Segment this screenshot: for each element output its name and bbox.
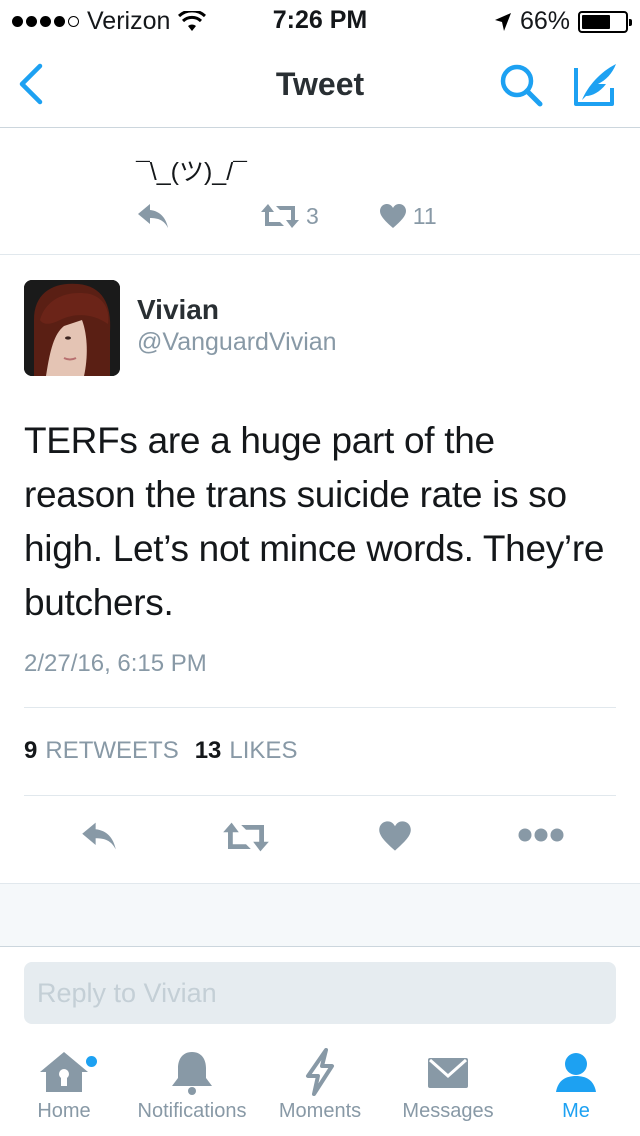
heart-icon <box>379 204 406 228</box>
avatar[interactable] <box>24 280 120 376</box>
reply-field[interactable] <box>24 962 616 1024</box>
divider <box>24 795 616 796</box>
more-options-icon[interactable] <box>518 828 564 842</box>
tab-messages[interactable]: Messages <box>384 1048 512 1123</box>
tweet-timestamp: 2/27/16, 6:15 PM <box>24 650 207 677</box>
compose-icon[interactable] <box>572 60 620 108</box>
author-name[interactable]: Vivian <box>137 294 219 326</box>
new-content-dot <box>86 1056 97 1067</box>
previous-tweet[interactable]: ¯\_(ツ)_/¯ 3 11 <box>0 128 640 255</box>
battery-icon <box>578 10 632 33</box>
nav-bar: Tweet <box>0 40 640 128</box>
author-handle[interactable]: @VanguardVivian <box>137 328 337 357</box>
retweet-icon[interactable] <box>222 820 270 854</box>
retweet-button[interactable]: 3 <box>260 202 319 230</box>
status-bar: Verizon 7:26 PM 66% <box>0 0 640 40</box>
lightning-icon <box>306 1048 334 1096</box>
tab-bar: Home Notifications Moments Messages Me <box>0 1040 640 1136</box>
reply-icon <box>138 204 168 228</box>
divider <box>24 707 616 708</box>
search-icon[interactable] <box>498 62 544 108</box>
replies-area <box>0 883 640 947</box>
reply-button[interactable] <box>136 202 170 230</box>
envelope-icon <box>428 1058 468 1088</box>
heart-icon[interactable] <box>378 820 412 852</box>
tab-moments[interactable]: Moments <box>256 1048 384 1123</box>
avatar-image <box>24 280 120 376</box>
person-icon <box>556 1053 596 1092</box>
home-icon <box>40 1052 88 1092</box>
reply-input[interactable] <box>24 962 616 1024</box>
reply-icon[interactable] <box>80 820 118 852</box>
tweet-text: TERFs are a huge part of the reason the … <box>24 420 605 623</box>
tab-me[interactable]: Me <box>512 1048 640 1123</box>
like-count: 11 <box>412 202 437 229</box>
page-title: Tweet <box>275 66 365 102</box>
battery-percent: 66% <box>519 7 570 35</box>
likes-count-link[interactable]: 13 LIKES <box>195 737 298 765</box>
location-arrow-icon <box>494 12 511 31</box>
tab-home[interactable]: Home <box>0 1048 128 1123</box>
retweet-count: 3 <box>306 202 319 229</box>
retweet-icon <box>261 204 299 228</box>
like-button[interactable]: 11 <box>379 203 437 230</box>
tab-notifications[interactable]: Notifications <box>128 1048 256 1123</box>
bell-icon <box>172 1052 212 1095</box>
retweets-count-link[interactable]: 9 RETWEETS <box>24 737 179 765</box>
previous-tweet-text: ¯\_(ツ)_/¯ <box>136 158 247 186</box>
tweet-action-bar <box>0 812 640 868</box>
engagement-counts: 9 RETWEETS 13 LIKES <box>24 737 297 765</box>
